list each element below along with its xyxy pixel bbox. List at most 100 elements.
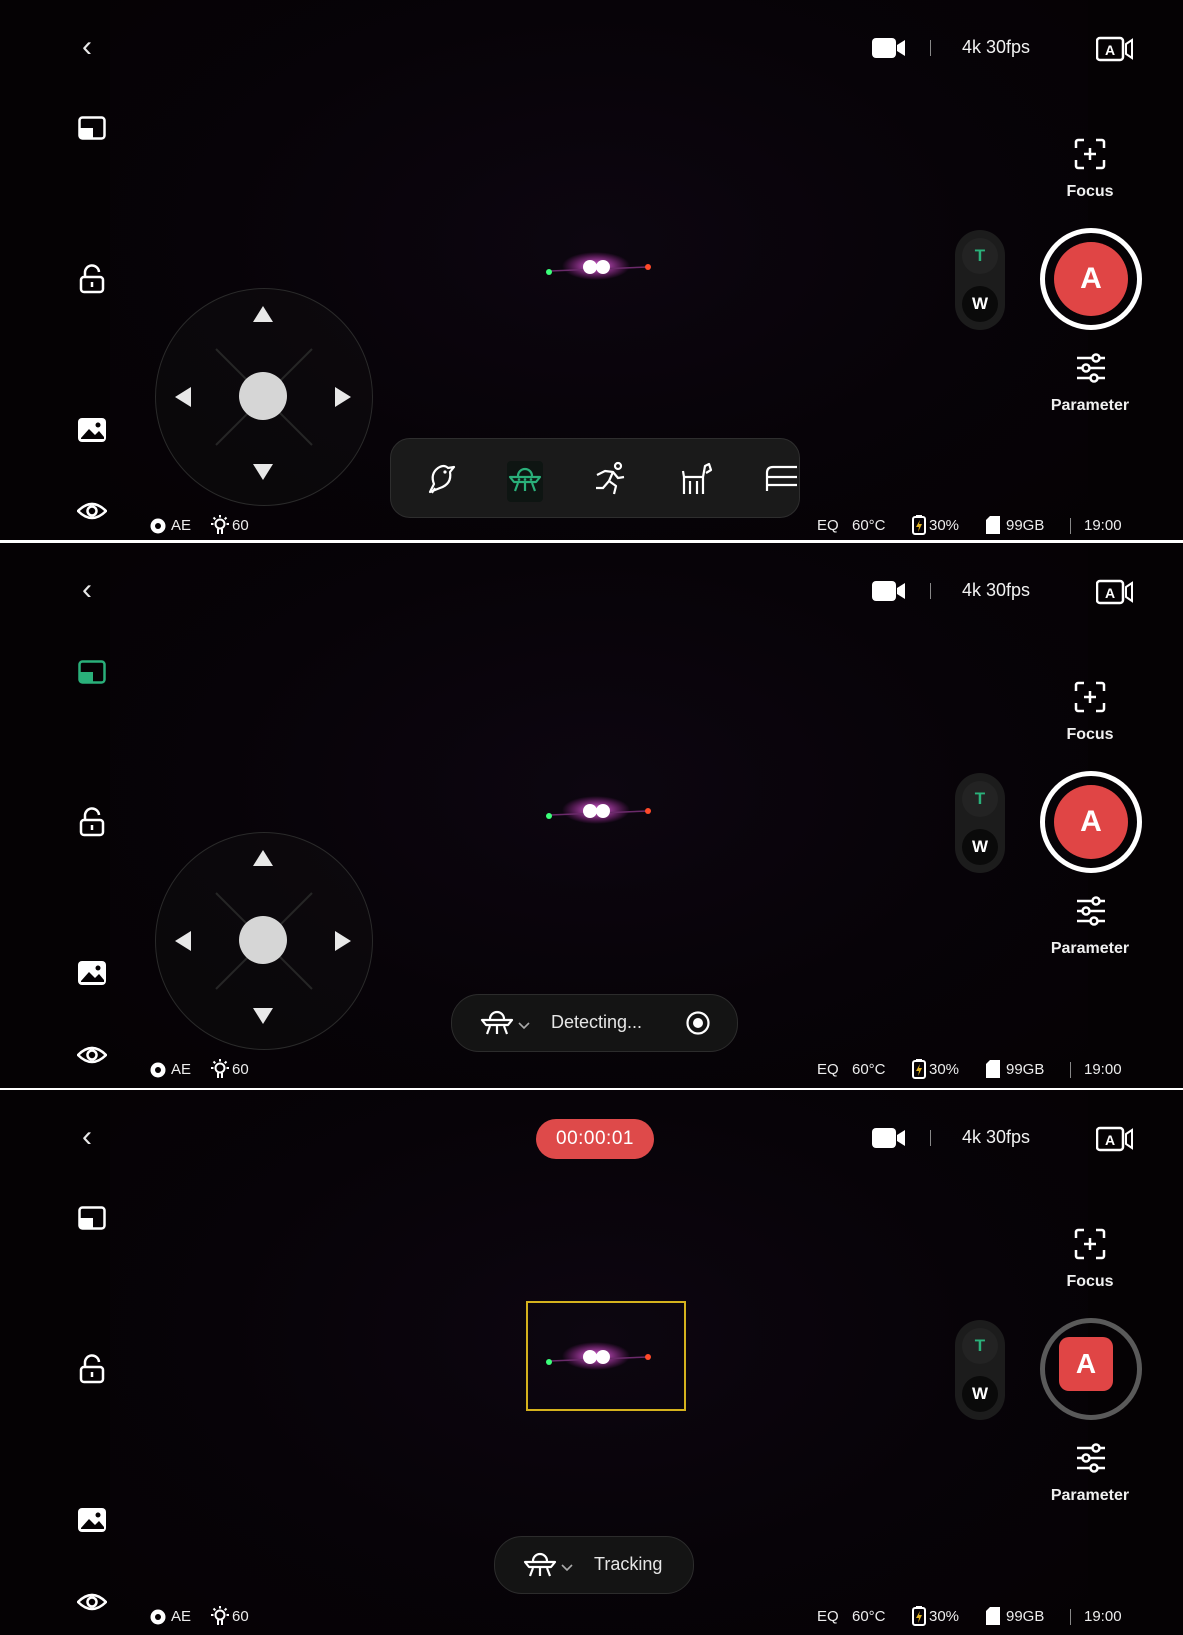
parameter-sliders-icon[interactable] [1075,896,1107,926]
auto-video-mode-icon[interactable]: A [1096,36,1134,62]
wide-button[interactable]: W [962,1376,998,1412]
shutter-ring[interactable]: A [1040,771,1142,873]
chevron-down-icon[interactable] [561,1559,573,1577]
focus-icon[interactable] [1074,1228,1106,1260]
detecting-pill[interactable]: Detecting... [451,994,738,1052]
exposure-value[interactable]: 60 [232,1061,249,1078]
joystick-knob[interactable] [239,372,287,420]
gallery-icon[interactable] [78,1508,106,1532]
eq-label: EQ [817,1608,839,1625]
shutter-ring[interactable]: A [1040,228,1142,330]
divider [1070,518,1071,534]
auto-video-mode-icon[interactable]: A [1096,579,1134,605]
parameter-label[interactable]: Parameter [1035,1487,1145,1505]
unlock-icon[interactable] [79,264,105,294]
video-camera-icon[interactable] [872,37,906,59]
parameter-sliders-icon[interactable] [1075,1443,1107,1473]
joystick-up-arrow-icon[interactable] [252,849,274,872]
brightness-icon [209,1606,231,1626]
unlock-icon[interactable] [79,1354,105,1384]
picture-in-picture-icon[interactable] [78,660,106,684]
ufo-icon[interactable] [480,1005,514,1044]
auto-video-mode-icon[interactable]: A [1096,1126,1134,1152]
svg-text:A: A [1105,585,1115,601]
joystick-knob[interactable] [239,916,287,964]
running-person-icon[interactable] [593,461,629,502]
divider [1070,1609,1071,1625]
video-camera-icon[interactable] [872,580,906,602]
detecting-status-text: Detecting... [551,1012,643,1032]
eye-icon[interactable] [77,1591,107,1613]
storage-value: 99GB [1006,517,1045,534]
joystick-down-arrow-icon[interactable] [252,463,274,486]
joystick-right-arrow-icon[interactable] [334,386,352,413]
video-resolution-label[interactable]: 4k 30fps [962,1127,1030,1148]
tele-button[interactable]: T [962,1328,998,1364]
wide-button[interactable]: W [962,829,998,865]
ufo-icon[interactable] [507,461,543,502]
clock-time: 19:00 [1084,1061,1122,1078]
zoom-toggle[interactable]: T W [955,1320,1005,1420]
zoom-toggle[interactable]: T W [955,230,1005,330]
parameter-label[interactable]: Parameter [1035,940,1145,958]
video-resolution-label[interactable]: 4k 30fps [962,580,1030,601]
back-chevron-icon[interactable]: ‹ [82,1122,92,1152]
parameter-label[interactable]: Parameter [1035,397,1145,415]
video-camera-icon[interactable] [872,1127,906,1149]
gallery-icon[interactable] [78,961,106,985]
tracking-pill[interactable]: Tracking [494,1536,694,1594]
back-chevron-icon[interactable]: ‹ [82,32,92,62]
temperature-value: 60°C [852,517,886,534]
subject-lights [546,796,651,824]
back-chevron-icon[interactable]: ‹ [82,575,92,605]
tracking-bounding-box[interactable] [526,1301,686,1411]
gallery-icon[interactable] [78,418,106,442]
joystick-up-arrow-icon[interactable] [252,305,274,328]
shutter-button[interactable]: A [1054,242,1128,316]
unlock-icon[interactable] [79,807,105,837]
eye-icon[interactable] [77,500,107,522]
joystick-left-arrow-icon[interactable] [174,386,192,413]
gimbal-joystick[interactable] [155,832,373,1050]
aperture-icon [150,1062,166,1078]
eye-icon[interactable] [77,1044,107,1066]
bird-icon[interactable] [424,462,458,501]
ae-label[interactable]: AE [171,517,191,534]
exposure-value[interactable]: 60 [232,1608,249,1625]
stop-record-icon[interactable] [686,1011,710,1040]
exposure-value[interactable]: 60 [232,517,249,534]
tele-button[interactable]: T [962,238,998,274]
focus-label[interactable]: Focus [1050,726,1130,744]
focus-label[interactable]: Focus [1050,183,1130,201]
shutter-ring[interactable]: A [1040,1318,1142,1420]
shutter-stop-button[interactable]: A [1059,1337,1113,1391]
clock-time: 19:00 [1084,1608,1122,1625]
ae-label[interactable]: AE [171,1608,191,1625]
gimbal-joystick[interactable] [155,288,373,506]
video-resolution-label[interactable]: 4k 30fps [962,37,1030,58]
focus-icon[interactable] [1074,138,1106,170]
shutter-button[interactable]: A [1054,785,1128,859]
joystick-right-arrow-icon[interactable] [334,930,352,957]
chevron-down-icon[interactable] [518,1017,530,1035]
zoom-toggle[interactable]: T W [955,773,1005,873]
picture-in-picture-icon[interactable] [78,116,106,140]
focus-label[interactable]: Focus [1050,1273,1130,1291]
sd-card-icon [986,516,1000,534]
subject-lights [546,252,651,280]
ae-label[interactable]: AE [171,1061,191,1078]
parameter-sliders-icon[interactable] [1075,353,1107,383]
sd-card-icon [986,1607,1000,1625]
car-icon[interactable] [763,461,797,502]
dog-icon[interactable] [679,461,713,502]
joystick-down-arrow-icon[interactable] [252,1007,274,1030]
wide-button[interactable]: W [962,286,998,322]
picture-in-picture-icon[interactable] [78,1206,106,1230]
camera-view-panel-1: ‹ 4k 30fps A Focus T W A Parameter AE 60… [0,0,1183,540]
ufo-icon[interactable] [523,1547,557,1586]
aperture-icon [150,518,166,534]
joystick-left-arrow-icon[interactable] [174,930,192,957]
focus-icon[interactable] [1074,681,1106,713]
tele-button[interactable]: T [962,781,998,817]
battery-icon [912,515,926,535]
